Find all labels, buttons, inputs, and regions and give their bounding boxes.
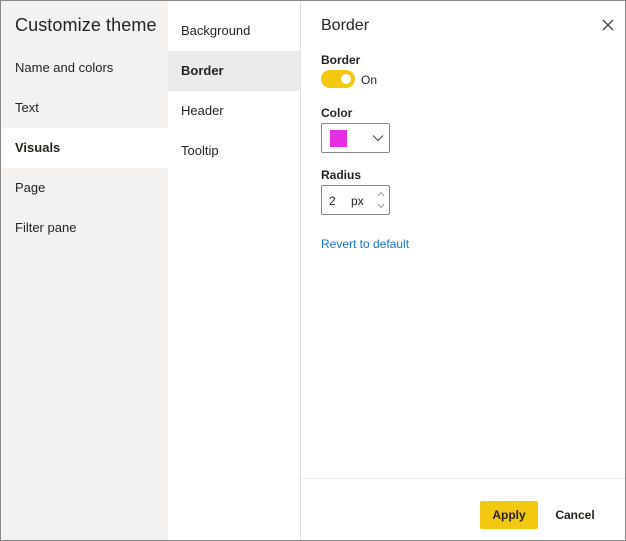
category-list: Name and colors Text Visuals Page Filter…: [1, 48, 168, 248]
subcategory-pane: Background Border Header Tooltip: [168, 1, 301, 540]
color-label: Color: [321, 106, 353, 120]
radius-spinner: px: [321, 185, 390, 215]
subcategory-item-tooltip[interactable]: Tooltip: [168, 131, 300, 171]
apply-button[interactable]: Apply: [480, 501, 538, 529]
cancel-button[interactable]: Cancel: [546, 501, 604, 529]
dialog-title: Customize theme: [15, 15, 157, 35]
category-item-filter-pane[interactable]: Filter pane: [1, 208, 168, 248]
toggle-knob: [341, 74, 351, 84]
chevron-down-icon: [372, 135, 384, 142]
radius-label: Radius: [321, 168, 362, 182]
settings-pane: Border Border On Color Radius px: [301, 1, 625, 540]
radius-increment-button[interactable]: [374, 188, 388, 200]
border-label: Border: [321, 53, 361, 67]
subcategory-item-background[interactable]: Background: [168, 11, 300, 51]
revert-to-default-link[interactable]: Revert to default: [321, 237, 409, 251]
close-button[interactable]: [599, 16, 617, 34]
spin-down-icon: [377, 203, 385, 209]
border-toggle[interactable]: [321, 70, 355, 88]
border-toggle-state: On: [361, 73, 378, 87]
close-icon: [602, 19, 614, 31]
customize-theme-dialog: Customize theme Name and colors Text Vis…: [0, 0, 626, 541]
footer-divider: [301, 478, 625, 479]
category-item-visuals[interactable]: Visuals: [1, 128, 168, 168]
subcategory-item-header[interactable]: Header: [168, 91, 300, 131]
subcategory-item-border[interactable]: Border: [168, 51, 300, 91]
section-title: Border: [321, 17, 370, 34]
category-item-text[interactable]: Text: [1, 88, 168, 128]
subcategory-list: Background Border Header Tooltip: [168, 11, 300, 171]
radius-unit: px: [351, 194, 364, 208]
category-item-name-and-colors[interactable]: Name and colors: [1, 48, 168, 88]
spin-up-icon: [377, 191, 385, 197]
radius-input[interactable]: [329, 193, 343, 209]
category-item-page[interactable]: Page: [1, 168, 168, 208]
radius-decrement-button[interactable]: [374, 200, 388, 212]
category-pane: Customize theme Name and colors Text Vis…: [1, 1, 168, 540]
color-picker[interactable]: [321, 123, 390, 153]
color-swatch: [330, 130, 347, 147]
